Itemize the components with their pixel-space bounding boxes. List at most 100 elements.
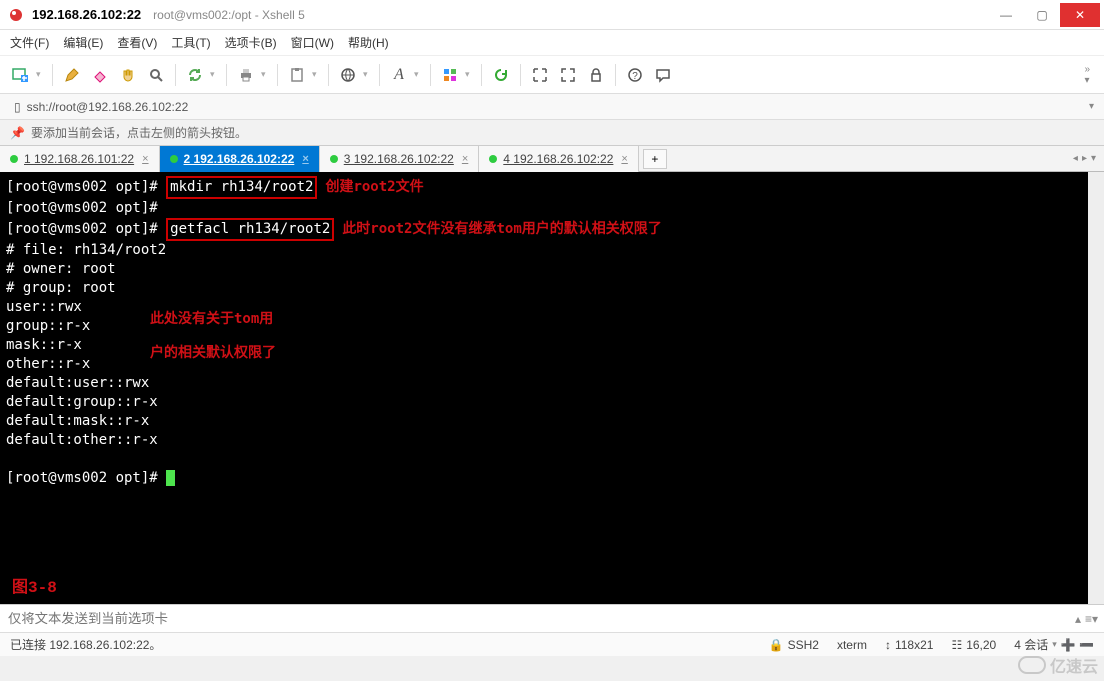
clipboard-icon[interactable] (284, 62, 310, 88)
tab-nav-right-icon[interactable]: ▸ (1082, 153, 1087, 164)
terminal-pane[interactable]: [root@vms002 opt]# mkdir rh134/root2 创建ro… (0, 172, 1104, 604)
close-tab-icon[interactable]: × (462, 153, 468, 165)
separator (615, 64, 616, 86)
menu-tabs[interactable]: 选项卡(B) (225, 34, 277, 51)
compose-input[interactable] (0, 605, 1069, 632)
pencil-icon[interactable] (59, 62, 85, 88)
minimize-button[interactable]: — (988, 3, 1024, 27)
address-dropdown[interactable]: ▾ (1089, 101, 1094, 112)
tab-label: 1 192.168.26.101:22 (24, 152, 134, 166)
session-tab-2[interactable]: 2 192.168.26.102:22 × (160, 146, 320, 172)
hand-icon[interactable] (115, 62, 141, 88)
watermark: 亿速云 (1018, 653, 1098, 677)
search-icon[interactable] (143, 62, 169, 88)
session-tab-3[interactable]: 3 192.168.26.102:22 × (320, 146, 480, 172)
annotation: 此处没有关于tom用 (150, 310, 273, 329)
reconnect-icon[interactable] (182, 62, 208, 88)
palette-icon[interactable] (437, 62, 463, 88)
compose-bar: ▴ ≡▾ (0, 604, 1104, 632)
maximize-button[interactable]: ▢ (1024, 3, 1060, 27)
menu-window[interactable]: 窗口(W) (291, 34, 334, 51)
menu-help[interactable]: 帮助(H) (348, 34, 389, 51)
session-tab-4[interactable]: 4 192.168.26.102:22 × (479, 146, 639, 172)
status-protocol: 🔒 SSH2 (769, 638, 819, 652)
globe-icon[interactable] (335, 62, 361, 88)
eraser-icon[interactable] (87, 62, 113, 88)
separator (52, 64, 53, 86)
close-tab-icon[interactable]: × (142, 153, 148, 165)
command-highlight: mkdir rh134/root2 (166, 176, 317, 199)
separator (175, 64, 176, 86)
separator (481, 64, 482, 86)
pin-icon[interactable]: 📌 (10, 126, 25, 140)
palette-dropdown[interactable]: ▾ (465, 69, 475, 80)
tab-label: 3 192.168.26.102:22 (344, 152, 454, 166)
fullscreen-icon[interactable] (555, 62, 581, 88)
separator (226, 64, 227, 86)
cursor (166, 470, 175, 486)
tab-label: 4 192.168.26.102:22 (503, 152, 613, 166)
toolbar: ▾ ▾ ▾ ▾ ▾ A ▾ ▾ ? »▾ (0, 56, 1104, 94)
shell-prompt: [root@vms002 opt]# (6, 179, 166, 195)
globe-dropdown[interactable]: ▾ (363, 69, 373, 80)
terminal-line: other::r-x (6, 356, 90, 372)
print-icon[interactable] (233, 62, 259, 88)
bookmark-icon[interactable]: ▯ (14, 100, 21, 114)
comment-icon[interactable] (650, 62, 676, 88)
separator (379, 64, 380, 86)
tab-nav-left-icon[interactable]: ◂ (1073, 153, 1078, 164)
toolbar-overflow[interactable]: »▾ (1084, 64, 1096, 86)
svg-text:?: ? (632, 71, 638, 82)
terminal-line: default:user::rwx (6, 375, 149, 391)
scrollbar-thumb[interactable] (1088, 172, 1104, 212)
print-dropdown[interactable]: ▾ (261, 69, 271, 80)
menu-file[interactable]: 文件(F) (10, 34, 49, 51)
address-text: ssh://root@192.168.26.102:22 (27, 100, 189, 114)
close-tab-icon[interactable]: × (621, 153, 627, 165)
app-logo-icon (8, 7, 24, 23)
menu-edit[interactable]: 编辑(E) (63, 34, 103, 51)
title-bar: 192.168.26.102:22 root@vms002:/opt - Xsh… (0, 0, 1104, 30)
terminal-line: # owner: root (6, 261, 116, 277)
new-session-dropdown[interactable]: ▾ (36, 69, 46, 80)
hint-bar: 📌 要添加当前会话，点击左侧的箭头按钮。 (0, 120, 1104, 146)
cloud-icon (1018, 656, 1046, 674)
status-dot-icon (330, 155, 338, 163)
add-tab-button[interactable]: + (643, 149, 667, 169)
terminal-line: # file: rh134/root2 (6, 242, 166, 258)
lock-icon[interactable] (583, 62, 609, 88)
reconnect-dropdown[interactable]: ▾ (210, 69, 220, 80)
menu-tools[interactable]: 工具(T) (171, 34, 210, 51)
expand-icon[interactable] (527, 62, 553, 88)
annotation: 创建root2文件 (325, 179, 423, 195)
terminal-line: default:mask::r-x (6, 413, 149, 429)
new-session-icon[interactable] (8, 62, 34, 88)
menu-bar: 文件(F) 编辑(E) 查看(V) 工具(T) 选项卡(B) 窗口(W) 帮助(… (0, 30, 1104, 56)
close-tab-icon[interactable]: × (302, 153, 308, 165)
font-icon[interactable]: A (386, 62, 412, 88)
tab-menu-icon[interactable]: ▾ (1091, 153, 1096, 164)
tab-label: 2 192.168.26.102:22 (184, 152, 295, 166)
separator (520, 64, 521, 86)
help-icon[interactable]: ? (622, 62, 648, 88)
hint-text: 要添加当前会话，点击左侧的箭头按钮。 (31, 124, 247, 141)
close-button[interactable]: ✕ (1060, 3, 1100, 27)
status-term: xterm (837, 638, 867, 652)
refresh-icon[interactable] (488, 62, 514, 88)
status-sessions[interactable]: 4 会话 ▾ ➕ ➖ (1014, 636, 1094, 653)
address-bar[interactable]: ▯ ssh://root@192.168.26.102:22 ▾ (0, 94, 1104, 120)
annotation: 此时root2文件没有继承tom用户的默认相关权限了 (342, 221, 661, 237)
clipboard-dropdown[interactable]: ▾ (312, 69, 322, 80)
terminal-line: mask::r-x (6, 337, 82, 353)
command-highlight: getfacl rh134/root2 (166, 218, 334, 241)
session-tab-1[interactable]: 1 192.168.26.101:22 × (0, 146, 160, 172)
window-title: 192.168.26.102:22 (32, 7, 141, 22)
status-size: ↕ 118x21 (885, 638, 933, 652)
compose-up-icon[interactable]: ▴ (1075, 612, 1081, 626)
menu-view[interactable]: 查看(V) (117, 34, 157, 51)
font-dropdown[interactable]: ▾ (414, 69, 424, 80)
status-dot-icon (489, 155, 497, 163)
status-bar: 已连接 192.168.26.102:22。 🔒 SSH2 xterm ↕ 11… (0, 632, 1104, 656)
compose-options-icon[interactable]: ≡▾ (1085, 612, 1098, 626)
tab-bar: 1 192.168.26.101:22 × 2 192.168.26.102:2… (0, 146, 1104, 172)
